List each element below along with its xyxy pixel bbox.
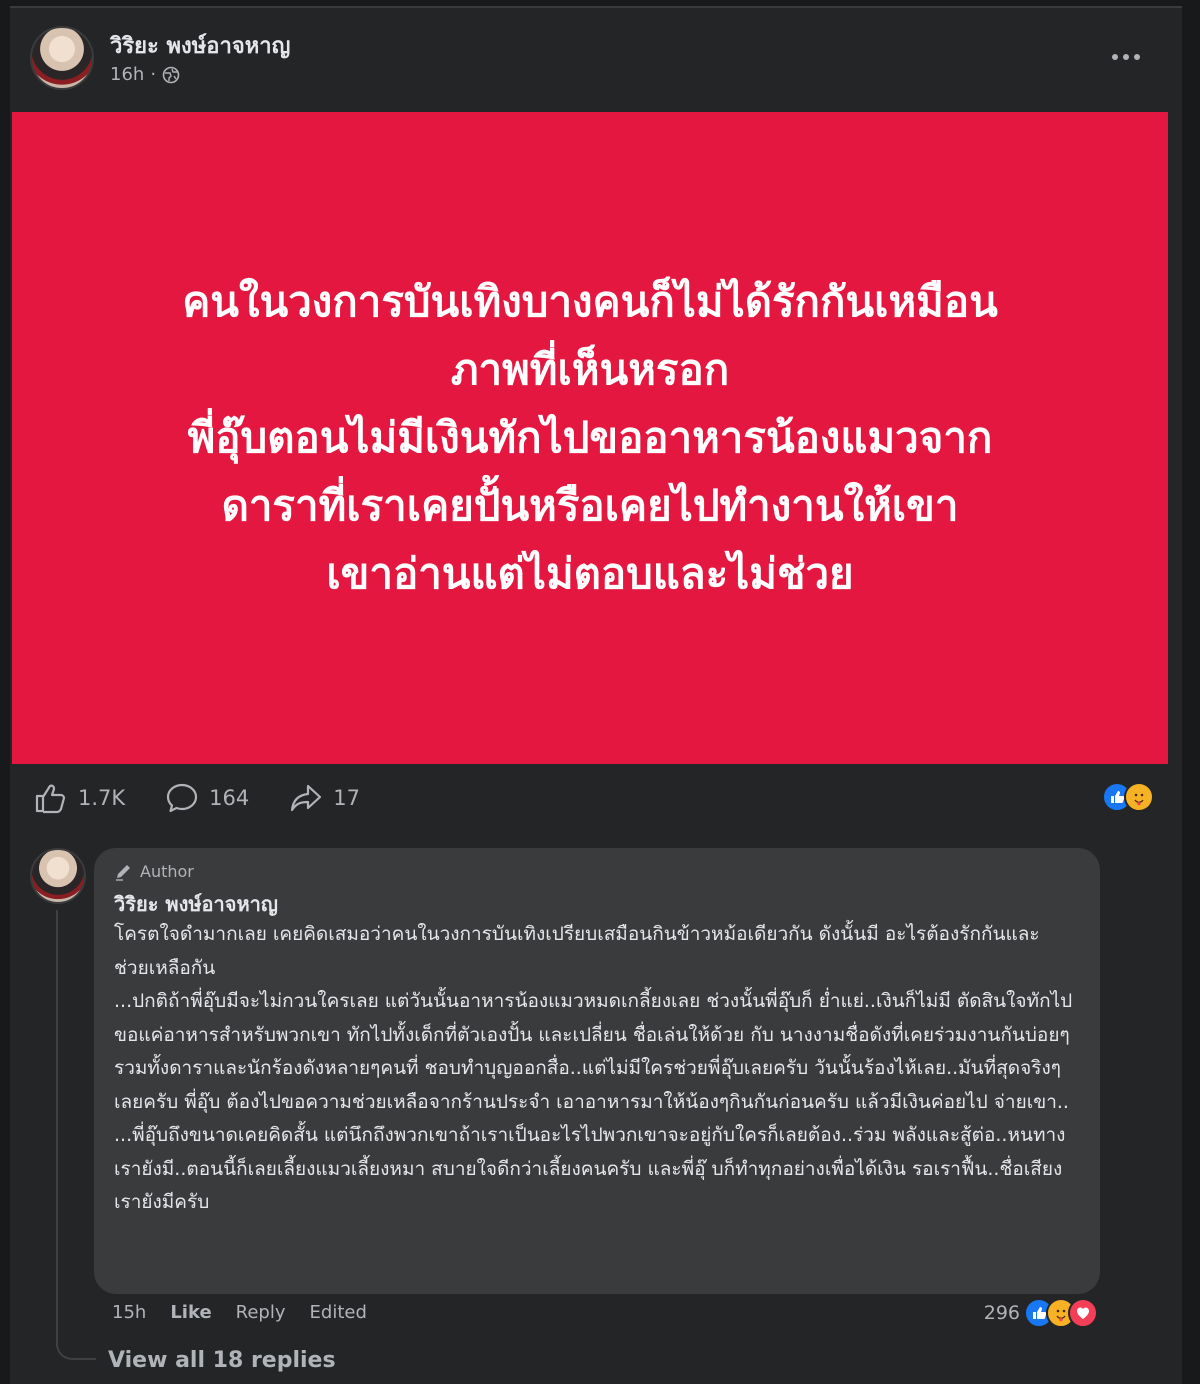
comment-reaction-count: 296	[983, 1302, 1020, 1324]
thread-connector	[56, 1336, 96, 1360]
heart-reaction-icon	[1068, 1298, 1098, 1328]
comment-icon	[167, 783, 198, 813]
comment-time[interactable]: 15h	[112, 1302, 146, 1323]
comment-like-button[interactable]: Like	[170, 1302, 211, 1323]
post-banner[interactable]: คนในวงการบันเทิงบางคนก็ไม่ได้รักกันเหมือ…	[12, 112, 1168, 764]
more-options-icon	[1112, 54, 1140, 60]
comment-paragraph: โครตใจดำมากเลย เคยคิดเสมอว่าคนในวงการบัน…	[114, 923, 1040, 979]
comment-bubble: Author วิริยะ พงษ์อาจหาญ โครตใจดำมากเลย …	[94, 848, 1100, 1294]
comment-button[interactable]: 164	[165, 782, 249, 814]
comment-reply-button[interactable]: Reply	[236, 1302, 286, 1323]
comment-actions: 15h Like Reply Edited	[112, 1302, 367, 1323]
share-button[interactable]: 17	[289, 782, 360, 814]
post-author-name[interactable]: วิริยะ พงษ์อาจหาญ	[110, 28, 290, 63]
banner-line: คนในวงการบันเทิงบางคนก็ไม่ได้รักกันเหมือ…	[182, 277, 998, 326]
thread-line	[56, 910, 58, 1346]
divider	[10, 6, 1182, 8]
banner-line: พี่อุ๊บตอนไม่มีเงินทักไปขออาหารน้องแมวจา…	[187, 413, 993, 462]
comment-paragraph: ...พี่อุ๊บถึงขนาดเคยคิดสั้น แต่นึกถึงพวก…	[114, 1124, 1066, 1213]
view-replies-link[interactable]: View all 18 replies	[108, 1348, 336, 1373]
comment-reactions[interactable]: 296	[984, 1298, 1098, 1328]
author-badge-label: Author	[140, 862, 194, 881]
banner-line: ดาราที่เราเคยปั้นหรือเคยไปทำงานให้เขา	[221, 481, 959, 530]
post-card: วิริยะ พงษ์อาจหาญ 16h · คนในวงการบันเทิง…	[10, 6, 1182, 1384]
share-icon	[291, 784, 322, 812]
banner-line: ภาพที่เห็นหรอก	[450, 345, 730, 394]
like-button[interactable]: 1.7K	[34, 782, 125, 814]
share-count: 17	[333, 786, 360, 810]
author-avatar[interactable]	[30, 26, 94, 90]
comment-count: 164	[209, 786, 250, 810]
thumbs-up-icon	[35, 784, 66, 814]
comment-author-avatar[interactable]	[30, 848, 86, 904]
reactions-summary[interactable]	[1102, 782, 1154, 812]
comment-body: โครตใจดำมากเลย เคยคิดเสมอว่าคนในวงการบัน…	[114, 918, 1074, 1220]
post-time[interactable]: 16h	[110, 64, 144, 85]
care-reaction-icon	[1124, 782, 1154, 812]
post-actions: 1.7K 164 17	[34, 778, 400, 818]
like-count: 1.7K	[78, 786, 126, 810]
banner-line: เขาอ่านแต่ไม่ตอบและไม่ช่วย	[326, 549, 854, 598]
pencil-icon	[116, 864, 130, 881]
comment-author-name[interactable]: วิริยะ พงษ์อาจหาญ	[114, 888, 278, 920]
comment-paragraph: ...ปกติถ้าพี่อุ๊บมีจะไม่กวนใครเลย แต่วัน…	[114, 990, 1073, 1113]
globe-icon	[162, 66, 180, 84]
comment-edited-label[interactable]: Edited	[310, 1302, 367, 1323]
author-badge: Author	[114, 862, 194, 881]
post-meta: 16h ·	[110, 64, 180, 85]
more-options-button[interactable]	[1108, 44, 1144, 68]
